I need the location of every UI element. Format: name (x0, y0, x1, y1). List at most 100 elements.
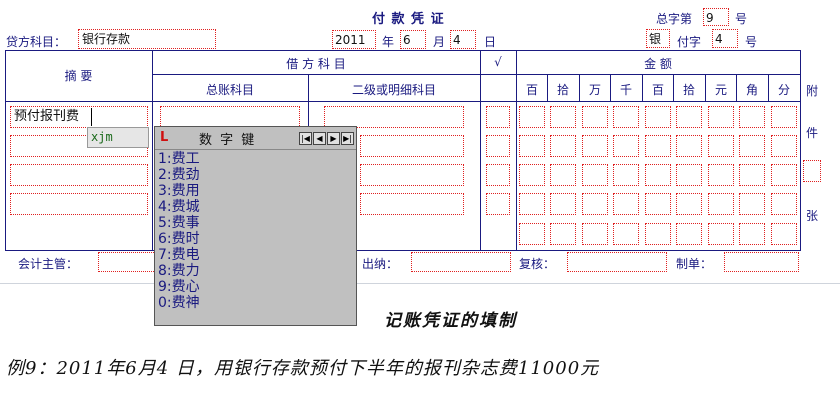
amount-cell[interactable] (550, 164, 576, 186)
amount-cell[interactable] (676, 193, 702, 215)
total-amount-cell[interactable] (550, 223, 576, 245)
total-amount-cell[interactable] (613, 223, 639, 245)
amount-cell[interactable] (582, 164, 608, 186)
amount-cell[interactable] (739, 106, 765, 128)
general-ledger-header: 总账科目 (205, 83, 254, 97)
attachment-count-field[interactable] (803, 160, 821, 182)
ime-candidate[interactable]: 7:费电 (158, 247, 200, 263)
amount-cell[interactable] (645, 164, 671, 186)
amount-cell[interactable] (708, 193, 734, 215)
amount-cell[interactable] (676, 164, 702, 186)
maker-field[interactable] (724, 252, 799, 272)
check-field-row1[interactable] (486, 106, 510, 128)
amount-cell[interactable] (582, 106, 608, 128)
amount-cell[interactable] (676, 135, 702, 157)
total-amount-cell[interactable] (645, 223, 671, 245)
year-label: 年 (382, 35, 395, 49)
amount-cell[interactable] (519, 106, 545, 128)
detail-subject-field-row2[interactable] (360, 135, 464, 157)
digit-header-hundred-million: 百 (525, 83, 538, 97)
amount-cell[interactable] (582, 193, 608, 215)
amount-cell[interactable] (550, 193, 576, 215)
total-amount-cell[interactable] (519, 223, 545, 245)
review-field[interactable] (567, 252, 667, 272)
amount-cell[interactable] (519, 164, 545, 186)
total-amount-cell[interactable] (676, 223, 702, 245)
amount-cell[interactable] (645, 135, 671, 157)
next-page-icon[interactable]: ▶ (327, 132, 340, 145)
supervisor-field[interactable] (98, 252, 158, 272)
amount-cell[interactable] (613, 135, 639, 157)
amount-cell[interactable] (708, 106, 734, 128)
credit-subject-field[interactable]: 银行存款 (78, 29, 216, 49)
pay-no-field[interactable]: 4 (712, 29, 738, 48)
total-no-field[interactable]: 9 (703, 8, 729, 26)
summary-field-row1[interactable]: 预付报刊费 (10, 106, 148, 128)
last-page-icon[interactable]: ▶| (341, 132, 354, 145)
total-no-unit: 号 (735, 12, 748, 26)
summary-field-row4[interactable] (10, 193, 148, 215)
amount-cell[interactable] (519, 135, 545, 157)
total-amount-cell[interactable] (708, 223, 734, 245)
amount-cell[interactable] (550, 135, 576, 157)
attachment-label-zhang: 张 (806, 209, 819, 223)
example-text: 例9：2011年6月4 日，用银行存款预付下半年的报刊杂志费11000元 (6, 358, 600, 379)
amount-cell[interactable] (708, 135, 734, 157)
ime-candidate[interactable]: 1:费工 (158, 151, 200, 167)
check-field-row4[interactable] (486, 193, 510, 215)
amount-cell[interactable] (613, 164, 639, 186)
ime-nav-buttons: |◀ ◀ ▶ ▶| (298, 132, 354, 151)
detail-subject-field-row4[interactable] (360, 193, 464, 215)
cashier-field[interactable] (411, 252, 511, 272)
check-field-row3[interactable] (486, 164, 510, 186)
ime-candidate[interactable]: 6:费时 (158, 231, 200, 247)
amount-cell[interactable] (771, 135, 797, 157)
amount-cell[interactable] (771, 193, 797, 215)
amount-cell[interactable] (613, 193, 639, 215)
amount-cell[interactable] (708, 164, 734, 186)
day-label: 日 (484, 35, 497, 49)
total-amount-cell[interactable] (771, 223, 797, 245)
amount-cell[interactable] (739, 135, 765, 157)
prev-page-icon[interactable]: ◀ (313, 132, 326, 145)
ime-candidate[interactable]: 2:费劲 (158, 167, 200, 183)
ime-title-bar[interactable]: L 数 字 键 |◀ ◀ ▶ ▶| (155, 127, 356, 150)
amount-cell[interactable] (771, 106, 797, 128)
amount-cell[interactable] (582, 135, 608, 157)
ime-candidate[interactable]: 8:费力 (158, 263, 200, 279)
ime-candidate[interactable]: 5:费事 (158, 215, 200, 231)
attachment-label-fu: 附 (806, 84, 819, 98)
amount-cell[interactable] (739, 193, 765, 215)
total-amount-cell[interactable] (582, 223, 608, 245)
summary-field-row3[interactable] (10, 164, 148, 186)
detail-subject-field-row1[interactable] (324, 106, 464, 128)
digit-header-ten: 拾 (682, 83, 695, 97)
check-field-row2[interactable] (486, 135, 510, 157)
day-field[interactable]: 4 (450, 30, 476, 49)
total-amount-cell[interactable] (739, 223, 765, 245)
amount-cell[interactable] (739, 164, 765, 186)
ime-candidate[interactable]: 0:费神 (158, 295, 200, 311)
amount-cell[interactable] (519, 193, 545, 215)
ime-title: 数 字 键 (199, 133, 257, 148)
voucher-word-field[interactable]: 银 (646, 29, 670, 48)
ime-candidate[interactable]: 9:费心 (158, 279, 200, 295)
first-page-icon[interactable]: |◀ (299, 132, 312, 145)
month-field[interactable]: 6 (400, 30, 426, 49)
amount-cell[interactable] (645, 106, 671, 128)
amount-cell[interactable] (676, 106, 702, 128)
ime-candidate-window[interactable]: L 数 字 键 |◀ ◀ ▶ ▶| 1:费工 2:费劲 3:费用 4:费城 5:费事 … (154, 126, 357, 326)
amount-cell[interactable] (613, 106, 639, 128)
detail-subject-field-row3[interactable] (360, 164, 464, 186)
year-field[interactable]: 2011 (332, 30, 376, 49)
ime-candidate[interactable]: 3:费用 (158, 183, 200, 199)
amount-cell[interactable] (645, 193, 671, 215)
voucher-title: 付 款 凭 证 (372, 12, 445, 27)
general-ledger-field-row1[interactable] (160, 106, 300, 128)
amount-cell[interactable] (550, 106, 576, 128)
digit-header-hundred: 百 (651, 83, 664, 97)
review-label: 复核： (519, 257, 556, 271)
amount-cell[interactable] (771, 164, 797, 186)
ime-candidate[interactable]: 4:费城 (158, 199, 200, 215)
digit-header-fen: 分 (777, 83, 790, 97)
